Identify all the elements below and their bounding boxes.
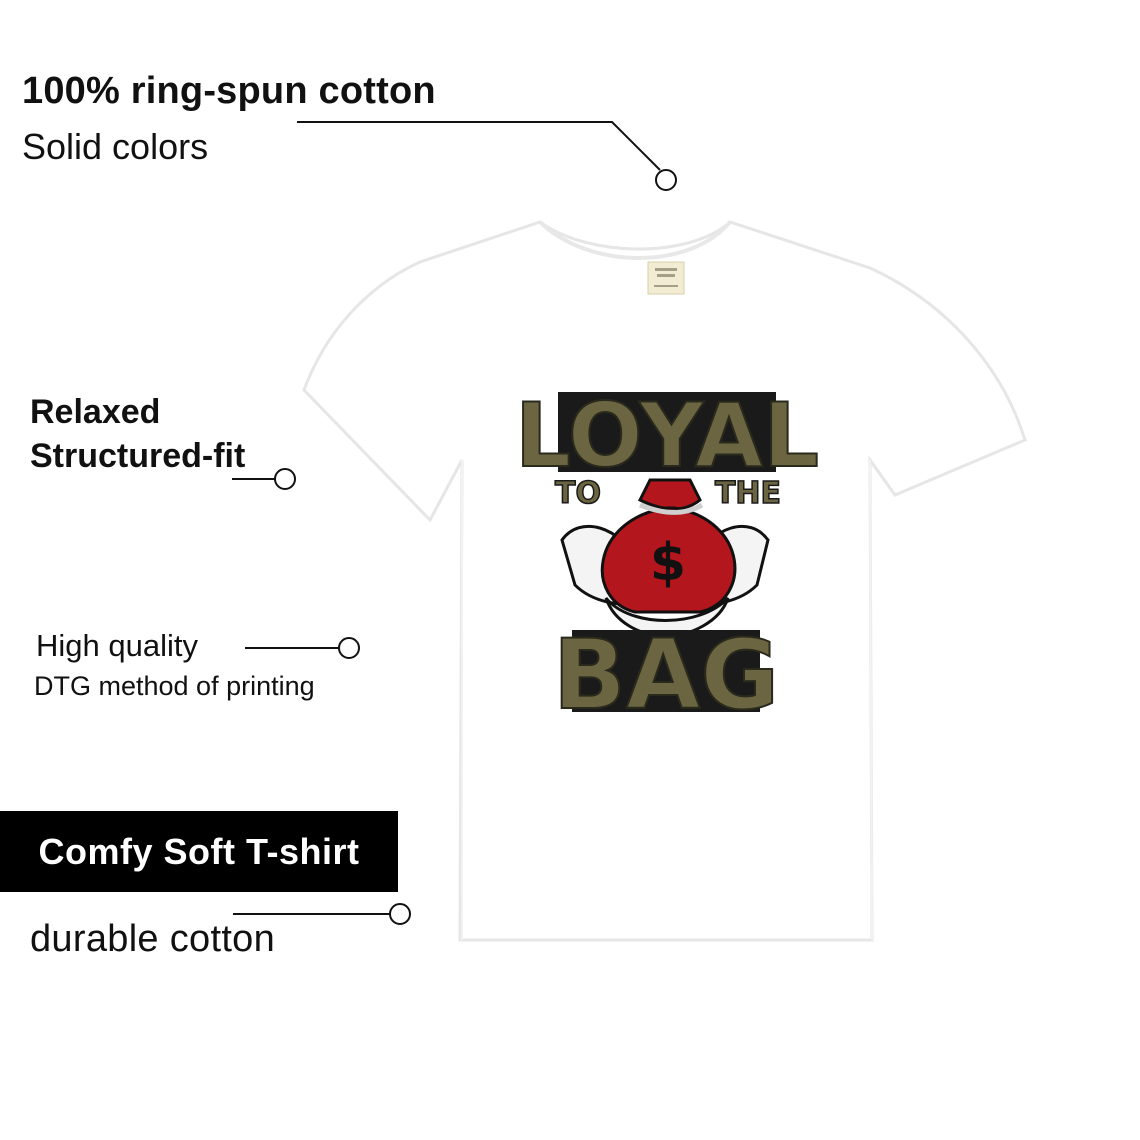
- cotton-callout-dot: [655, 169, 677, 191]
- neck-tag: [647, 261, 685, 295]
- durable-callout-dot: [389, 903, 411, 925]
- dollar-sign-icon: $: [650, 533, 686, 593]
- graphic-word-to: TO: [555, 476, 601, 511]
- cotton-callout-line: [297, 121, 661, 171]
- fit-callout-dot: [274, 468, 296, 490]
- graphic-word-loyal: LOYAL: [515, 384, 819, 487]
- graphic-word-the: THE: [715, 476, 781, 511]
- graphic-word-bag: BAG: [553, 619, 779, 731]
- quality-callout-dot: [338, 637, 360, 659]
- tshirt-product-image: LOYAL TO THE $ BAG: [232, 121, 1027, 942]
